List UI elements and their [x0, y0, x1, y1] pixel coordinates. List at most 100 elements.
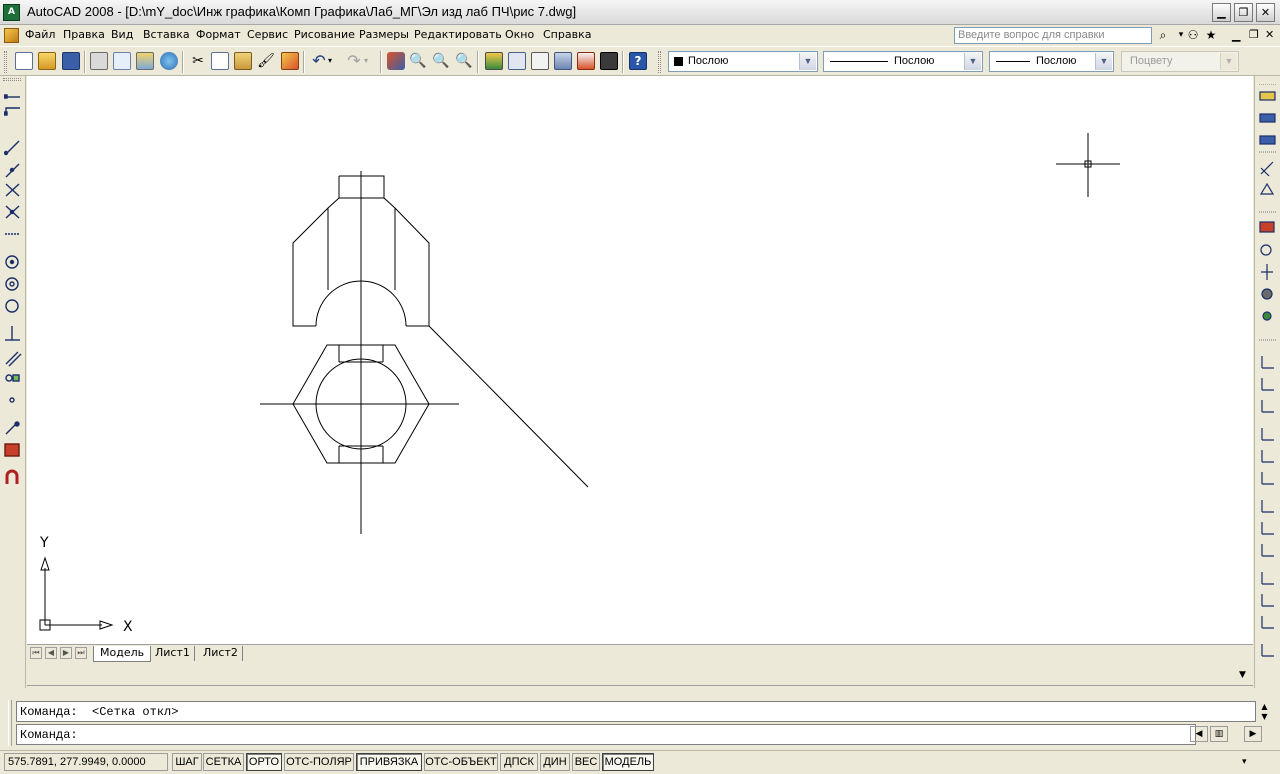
doc-close-icon[interactable]: ✕	[1265, 28, 1274, 41]
menu-view[interactable]: Вид	[111, 28, 133, 41]
ucs-zaxis-icon[interactable]	[1261, 522, 1274, 535]
pan-icon[interactable]	[1259, 221, 1275, 233]
linetype-control-select[interactable]: Послою ▼	[823, 51, 983, 72]
ucs-face-icon[interactable]	[1261, 428, 1274, 441]
ucs-view-icon[interactable]	[1261, 472, 1274, 485]
ucs-apply-icon[interactable]	[1261, 644, 1274, 657]
document-icon[interactable]	[4, 28, 19, 43]
tab-layout2[interactable]: Лист2	[199, 646, 243, 661]
calculator-icon[interactable]	[600, 52, 618, 70]
zoom-in-icon[interactable]	[1260, 244, 1272, 256]
publish-icon[interactable]	[136, 52, 154, 70]
color-control-select[interactable]: Послою ▼	[668, 51, 818, 72]
menu-format[interactable]: Формат	[196, 28, 241, 41]
scroll-thumb[interactable]: ▥	[1210, 726, 1228, 742]
zoom-window-icon[interactable]: 🔍	[432, 52, 450, 70]
restore-icon[interactable]: ❐	[1234, 3, 1253, 22]
chevron-down-icon[interactable]: ▼	[1095, 53, 1112, 70]
open-icon[interactable]	[38, 52, 56, 70]
menu-edit[interactable]: Правка	[63, 28, 105, 41]
circle-icon[interactable]	[5, 255, 19, 269]
first-tab-icon[interactable]: ⏮	[30, 647, 42, 659]
layer-state-icon[interactable]	[1259, 113, 1276, 123]
hatch-icon[interactable]	[5, 351, 22, 367]
command-scroll-icon[interactable]: ▲ ▼	[1258, 702, 1271, 722]
redo-icon[interactable]: ↷	[345, 52, 363, 70]
menu-modify[interactable]: Редактировать	[414, 28, 502, 41]
vertical-scroll-up-icon[interactable]	[1237, 645, 1253, 662]
ucs-y-icon[interactable]	[1261, 594, 1274, 607]
block-editor-icon[interactable]	[281, 52, 299, 70]
ucs-3point-icon[interactable]	[1261, 544, 1274, 557]
dynamic-ucs-toggle[interactable]: ДПСК	[500, 753, 538, 771]
polar-tracking-toggle[interactable]: ОТС-ПОЛЯР	[284, 753, 354, 771]
revcloud-icon[interactable]	[5, 299, 19, 313]
rectangle-icon[interactable]	[5, 183, 20, 197]
properties-icon[interactable]	[485, 52, 503, 70]
tab-layout1[interactable]: Лист1	[151, 646, 195, 661]
doc-minimize-icon[interactable]: ▁	[1232, 29, 1240, 42]
zoom-realtime-icon[interactable]: 🔍	[409, 52, 427, 70]
cut-icon[interactable]: ✂	[189, 52, 207, 70]
communication-center-icon[interactable]: ⚇	[1184, 27, 1202, 44]
scroll-right-icon[interactable]: ▶	[1244, 726, 1262, 742]
status-bar-menu-icon[interactable]: ▾	[1242, 757, 1247, 767]
region-icon[interactable]	[5, 374, 20, 382]
model-toggle[interactable]: МОДЕЛЬ	[602, 753, 654, 771]
match-layer-icon[interactable]	[1260, 161, 1274, 177]
tab-model[interactable]: Модель	[93, 646, 152, 662]
menu-dimension[interactable]: Размеры	[359, 28, 409, 41]
next-tab-icon[interactable]: ▶	[60, 647, 72, 659]
line-icon[interactable]	[4, 94, 20, 99]
paste-icon[interactable]	[234, 52, 252, 70]
ortho-toggle[interactable]: ОРТО	[246, 753, 282, 771]
layer-isolate-icon[interactable]	[1259, 182, 1275, 195]
toolbar-grip[interactable]	[4, 51, 7, 73]
point-icon[interactable]	[9, 397, 15, 403]
gradient-icon[interactable]	[4, 443, 20, 457]
dynamic-input-toggle[interactable]: ДИН	[540, 753, 570, 771]
polyline-icon[interactable]	[4, 140, 20, 156]
tool-palettes-icon[interactable]	[531, 52, 549, 70]
plot-preview-icon[interactable]	[113, 52, 131, 70]
design-center-icon[interactable]	[508, 52, 526, 70]
new-icon[interactable]	[15, 52, 33, 70]
toolbar-grip[interactable]	[3, 78, 21, 81]
walk-icon[interactable]	[1262, 311, 1272, 321]
ucs-previous-icon[interactable]	[1261, 400, 1274, 413]
menu-help[interactable]: Справка	[543, 28, 591, 41]
ucs-z-icon[interactable]	[1261, 616, 1274, 629]
grid-toggle[interactable]: СЕТКА	[203, 753, 244, 771]
prev-tab-icon[interactable]: ◀	[45, 647, 57, 659]
3d-dwf-icon[interactable]	[160, 52, 178, 70]
multiline-text-icon[interactable]	[5, 469, 19, 484]
copy-icon[interactable]	[211, 52, 229, 70]
command-line-input[interactable]: Команда:	[16, 724, 1196, 745]
menu-insert[interactable]: Вставка	[143, 28, 190, 41]
arc-icon[interactable]	[5, 205, 20, 219]
zoom-previous-icon[interactable]: 🔍	[455, 52, 473, 70]
save-icon[interactable]	[62, 52, 80, 70]
layers-icon[interactable]	[1259, 91, 1276, 101]
menu-window[interactable]: Окно	[505, 28, 534, 41]
command-window-grip[interactable]	[8, 700, 12, 746]
menu-draw[interactable]: Рисование	[294, 28, 355, 41]
autocad-app-icon[interactable]: A	[3, 4, 20, 21]
drawing-area[interactable]: Y X	[27, 76, 1253, 644]
toolbar-grip[interactable]	[658, 51, 661, 73]
polygon-icon[interactable]	[5, 163, 20, 178]
match-properties-icon[interactable]: 🖌	[257, 52, 275, 70]
doc-restore-icon[interactable]: ❐	[1249, 28, 1259, 41]
ucs-x-icon[interactable]	[1261, 572, 1274, 585]
menu-file[interactable]: Файл	[25, 28, 55, 41]
markup-set-manager-icon[interactable]	[577, 52, 595, 70]
chevron-down-icon[interactable]: ▼	[799, 53, 816, 70]
ucs-icon[interactable]	[1261, 356, 1274, 369]
lineweight-toggle[interactable]: ВЕС	[572, 753, 600, 771]
close-icon[interactable]: ✕	[1256, 3, 1275, 22]
construction-line-icon[interactable]	[4, 107, 20, 116]
orbit-icon[interactable]	[1261, 264, 1273, 280]
layer-previous-icon[interactable]	[1259, 135, 1276, 145]
undo-icon[interactable]: ↶	[310, 52, 328, 70]
search-icon[interactable]: ⌕	[1154, 27, 1172, 44]
